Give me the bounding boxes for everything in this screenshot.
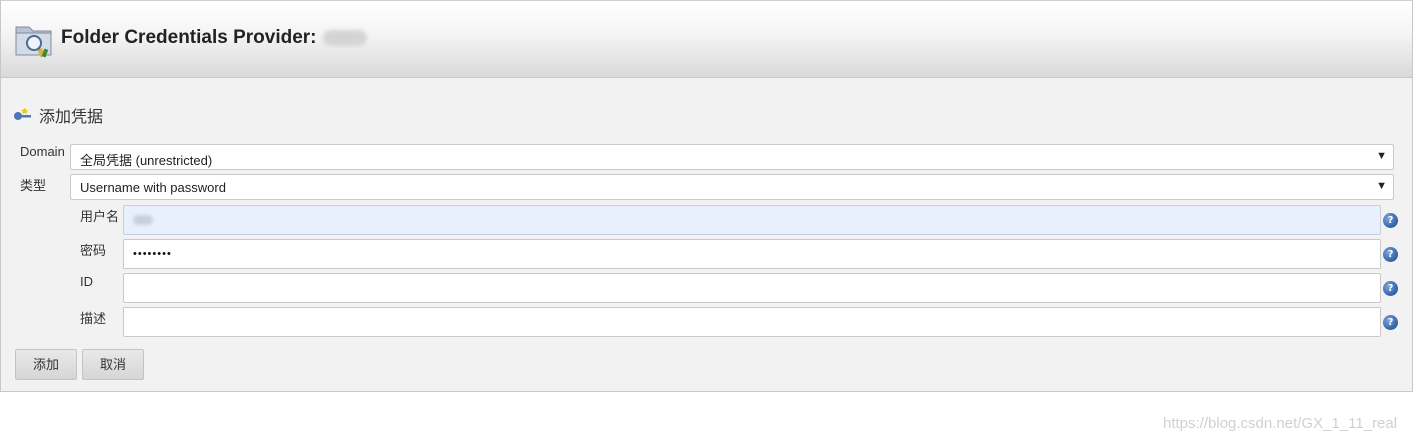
username-label: 用户名 bbox=[80, 209, 120, 224]
password-label: 密码 bbox=[80, 243, 107, 258]
description-label: 描述 bbox=[80, 311, 107, 326]
id-label: ID bbox=[80, 274, 93, 289]
page-header: Folder Credentials Provider: bbox=[1, 0, 1412, 78]
folder-credentials-icon bbox=[15, 26, 52, 58]
redacted-name bbox=[322, 29, 367, 46]
description-input[interactable] bbox=[123, 307, 1381, 337]
help-icon[interactable]: ? bbox=[1383, 281, 1398, 296]
username-input[interactable] bbox=[123, 205, 1381, 235]
chevron-down-icon: ▼ bbox=[1376, 150, 1387, 162]
page-title-text: Folder Credentials Provider: bbox=[61, 27, 317, 48]
cancel-button[interactable]: 取消 bbox=[82, 349, 144, 380]
add-button[interactable]: 添加 bbox=[15, 349, 77, 380]
help-icon[interactable]: ? bbox=[1383, 247, 1398, 262]
help-icon[interactable]: ? bbox=[1383, 213, 1398, 228]
section-title: 添加凭据 bbox=[39, 109, 104, 126]
redacted-username bbox=[133, 215, 153, 225]
section-heading: 添加凭据 bbox=[13, 103, 103, 127]
watermark: https://blog.csdn.net/GX_1_11_real bbox=[1163, 415, 1398, 432]
id-input[interactable] bbox=[123, 273, 1381, 303]
page-title: Folder Credentials Provider: bbox=[61, 27, 367, 49]
kind-select-value: Username with password bbox=[80, 180, 226, 195]
domain-select-value: 全局凭据 (unrestricted) bbox=[80, 153, 213, 168]
credentials-page: Folder Credentials Provider: 添加凭据 Domain… bbox=[0, 0, 1413, 392]
kind-select[interactable]: Username with password ▼ bbox=[70, 174, 1394, 200]
help-icon[interactable]: ? bbox=[1383, 315, 1398, 330]
kind-label: 类型 bbox=[20, 178, 47, 193]
key-icon bbox=[14, 108, 31, 120]
chevron-down-icon: ▼ bbox=[1376, 180, 1387, 192]
domain-label: Domain bbox=[20, 144, 65, 159]
domain-select[interactable]: 全局凭据 (unrestricted) ▼ bbox=[70, 144, 1394, 170]
password-input[interactable]: •••••••• bbox=[123, 239, 1381, 269]
